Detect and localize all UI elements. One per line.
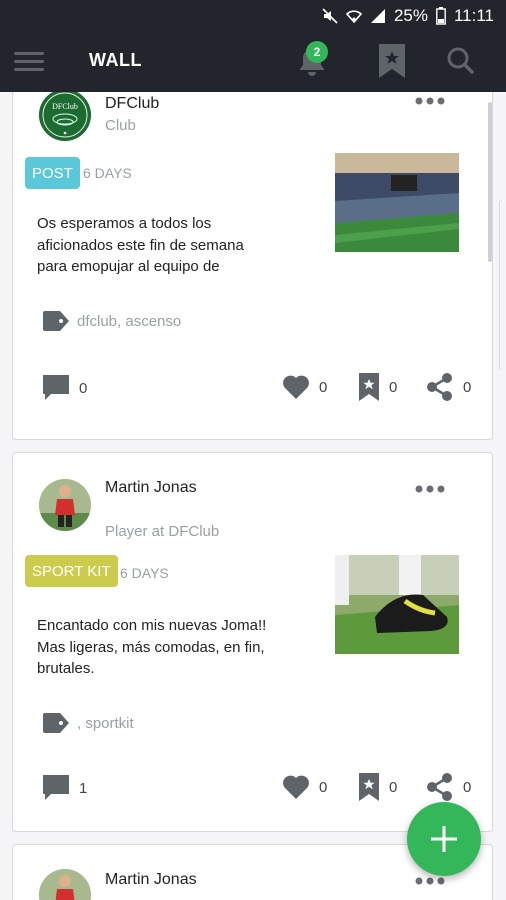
share-count: 0 (463, 778, 472, 796)
more-options-icon[interactable] (415, 877, 445, 885)
club-logo-icon: DFClub (39, 92, 91, 141)
post-image[interactable] (335, 555, 459, 654)
comment-action[interactable]: 0 (43, 375, 87, 401)
comment-count: 0 (79, 379, 88, 397)
share-icon (427, 773, 452, 801)
post-text: Encantado con mis nuevas Joma!! Mas lige… (37, 617, 267, 677)
like-count: 0 (319, 778, 328, 796)
avatar[interactable] (39, 479, 91, 531)
like-count: 0 (319, 378, 328, 396)
author-name[interactable]: Martin Jonas (105, 479, 197, 497)
more-options-icon[interactable] (415, 97, 445, 105)
avatar[interactable] (39, 869, 91, 900)
post-text: Os esperamos a todos los aficionados est… (37, 215, 244, 275)
category-badge: POST (25, 157, 80, 189)
post-card: Martin Jonas Player at DFClub SPORT KIT … (12, 452, 493, 832)
tag-icon (43, 311, 69, 331)
wifi-icon (345, 10, 362, 24)
share-action[interactable]: 0 (427, 373, 471, 401)
tag-icon (43, 713, 69, 733)
player-photo-icon (39, 869, 91, 900)
club-logo-text: DFClub (52, 102, 78, 111)
comment-icon (43, 775, 69, 800)
author-subtitle: Club (105, 117, 136, 134)
heart-icon (283, 375, 309, 399)
create-post-button[interactable] (407, 802, 481, 876)
wall-feed[interactable]: DFClub DFClub Club POST 6 DAYS Os espera… (0, 92, 506, 900)
app-header: WALL 2 (0, 32, 506, 92)
stadium-image (335, 153, 459, 252)
post-card: DFClub DFClub Club POST 6 DAYS Os espera… (12, 92, 493, 440)
tags-row: dfclub, ascenso (43, 311, 181, 331)
like-action[interactable]: 0 (283, 775, 327, 799)
clock: 11:11 (453, 6, 494, 25)
post-image[interactable] (335, 153, 459, 252)
page-title: WALL (89, 50, 142, 70)
player-photo-icon (39, 479, 91, 531)
signal-icon (370, 9, 385, 23)
battery-percent: 25% (393, 6, 428, 25)
comment-action[interactable]: 1 (43, 775, 87, 801)
search-icon[interactable] (446, 46, 474, 74)
share-action[interactable]: 0 (427, 773, 471, 801)
share-icon (427, 373, 452, 401)
battery-icon (436, 7, 446, 25)
save-count: 0 (389, 378, 398, 396)
save-action[interactable]: 0 (359, 373, 397, 401)
save-count: 0 (389, 778, 398, 796)
status-bar: 25% 11:11 (0, 0, 506, 32)
comment-count: 1 (79, 779, 88, 797)
more-options-icon[interactable] (415, 485, 445, 493)
share-count: 0 (463, 378, 472, 396)
author-name[interactable]: DFClub (105, 95, 159, 113)
bookmark-icon (359, 773, 379, 801)
bookmark-icon (359, 373, 379, 401)
heart-icon (283, 775, 309, 799)
plus-icon (431, 826, 457, 852)
tags-text[interactable]: dfclub, ascenso (77, 313, 181, 330)
tags-text[interactable]: , sportkit (77, 715, 134, 732)
mute-icon (322, 8, 338, 24)
author-name[interactable]: Martin Jonas (105, 871, 197, 889)
post-age: 6 DAYS (83, 165, 132, 181)
save-action[interactable]: 0 (359, 773, 397, 801)
scrollbar[interactable] (488, 102, 492, 262)
author-subtitle: Player at DFClub (105, 523, 220, 540)
category-badge: SPORT KIT (25, 555, 118, 587)
comment-icon (43, 375, 69, 400)
menu-icon[interactable] (14, 50, 44, 72)
post-age: 6 DAYS (120, 565, 169, 581)
avatar[interactable]: DFClub (39, 92, 91, 141)
tags-row: , sportkit (43, 713, 134, 733)
notification-badge: 2 (306, 41, 328, 63)
bookmark-icon[interactable] (379, 44, 405, 78)
edge-panel-handle[interactable] (499, 200, 506, 370)
like-action[interactable]: 0 (283, 375, 327, 399)
football-boot-image (335, 555, 459, 654)
